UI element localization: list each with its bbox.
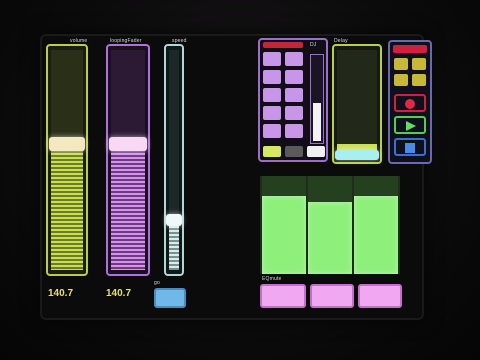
- pad-bottom-lime[interactable]: [263, 146, 281, 157]
- speed-fader[interactable]: [164, 44, 184, 276]
- eq-column-1[interactable]: [262, 176, 306, 274]
- pad-3-1[interactable]: [263, 88, 281, 102]
- transport-panel: [388, 40, 432, 164]
- eq-bar-1: [262, 196, 306, 274]
- pad-2-2[interactable]: [285, 70, 303, 84]
- looping-fader[interactable]: [106, 44, 150, 276]
- transport-pad-2[interactable]: [412, 58, 426, 70]
- play-button[interactable]: [394, 116, 426, 134]
- speed-fader-handle[interactable]: [166, 214, 182, 226]
- eq-bar-3: [354, 196, 398, 274]
- pad-4-2[interactable]: [285, 106, 303, 120]
- eq-multifader[interactable]: [260, 176, 400, 274]
- record-button[interactable]: [394, 94, 426, 112]
- transport-header-bar[interactable]: [393, 45, 427, 53]
- transport-pad-1[interactable]: [394, 58, 408, 70]
- pad-5-1[interactable]: [263, 124, 281, 138]
- record-icon: [405, 99, 415, 109]
- volume-fader[interactable]: [46, 44, 88, 276]
- delay-fader-track: [337, 50, 377, 158]
- looping-fader-handle[interactable]: [109, 137, 147, 151]
- eq-column-2[interactable]: [308, 176, 352, 274]
- transport-pad-3[interactable]: [394, 74, 408, 86]
- eqmute-button-1[interactable]: [260, 284, 306, 308]
- pad-panel-header-bar[interactable]: [263, 42, 303, 48]
- touchosc-screen: volume 140.7 loopingFader 140.7 speed go…: [42, 36, 432, 318]
- pad-bottom-white[interactable]: [307, 146, 325, 157]
- transport-pad-4[interactable]: [412, 74, 426, 86]
- speed-fader-fill: [169, 226, 179, 270]
- dj-pad-panel: DJ: [258, 38, 328, 162]
- pad-grid: [263, 52, 307, 140]
- looping-fader-fill: [111, 149, 145, 270]
- mini-fader-fill: [313, 103, 321, 141]
- eqmute-label: EQmute: [262, 276, 282, 282]
- pad-panel-label: DJ: [310, 42, 317, 48]
- stop-button[interactable]: [394, 138, 426, 156]
- eq-bar-2: [308, 202, 352, 274]
- volume-readout: 140.7: [48, 288, 74, 299]
- pad-5-2[interactable]: [285, 124, 303, 138]
- pad-bottom-gray[interactable]: [285, 146, 303, 157]
- play-icon: [406, 121, 416, 131]
- pad-2-1[interactable]: [263, 70, 281, 84]
- delay-fader-handle[interactable]: [335, 150, 379, 160]
- pad-3-2[interactable]: [285, 88, 303, 102]
- eqmute-button-2[interactable]: [310, 284, 354, 308]
- delay-fader[interactable]: [332, 44, 382, 164]
- go-label: go: [154, 280, 160, 286]
- volume-fader-fill: [51, 149, 83, 270]
- looping-readout: 140.7: [106, 288, 132, 299]
- pad-panel-mini-fader[interactable]: [310, 54, 324, 144]
- go-button[interactable]: [154, 288, 186, 308]
- pad-1-2[interactable]: [285, 52, 303, 66]
- volume-fader-handle[interactable]: [49, 137, 85, 151]
- eqmute-button-3[interactable]: [358, 284, 402, 308]
- pad-4-1[interactable]: [263, 106, 281, 120]
- pad-1-1[interactable]: [263, 52, 281, 66]
- eq-column-3[interactable]: [354, 176, 398, 274]
- stop-icon: [405, 143, 415, 153]
